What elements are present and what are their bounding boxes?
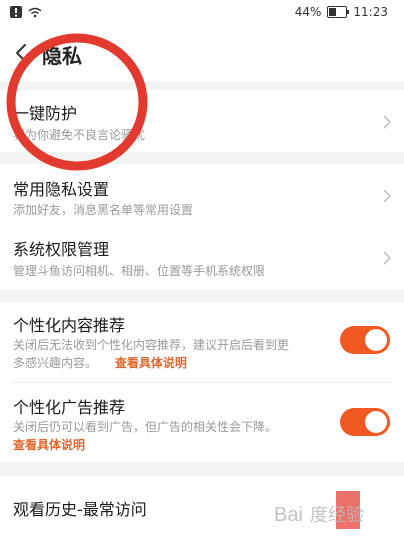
- watch-history-title: 观看历史-最常访问: [13, 500, 147, 519]
- system-permissions-subtitle: 管理斗鱼访问相机、相册、位置等手机系统权限: [13, 264, 266, 278]
- chevron-right-icon: [383, 251, 392, 265]
- status-bar: 44% 11:23: [0, 0, 404, 26]
- one-key-protection-subtitle: 将为你避免不良言论骚扰: [13, 128, 146, 142]
- personalized-ads-title: 个性化广告推荐: [13, 398, 126, 417]
- chevron-left-icon[interactable]: [12, 42, 32, 64]
- personalized-content-desc-line2: 多感兴趣内容。: [13, 356, 98, 370]
- personalized-ads-subtitle: 关闭后仍可以看到广告，但广告的相关性会下降。 查看具体说明: [13, 418, 333, 454]
- system-permissions-title: 系统权限管理: [13, 240, 110, 259]
- one-key-protection-title: 一键防护: [13, 104, 78, 123]
- alert-icon: [10, 6, 22, 18]
- personalized-ads-toggle[interactable]: [340, 408, 390, 436]
- common-privacy-subtitle: 添加好友，消息黑名单等常用设置: [13, 203, 194, 217]
- status-icons-left: [10, 6, 42, 18]
- row-personalized-content: 个性化内容推荐 关闭后无法收到个性化内容推荐，建议开启后看到更 多感兴趣内容。 …: [0, 302, 404, 380]
- personalized-ads-desc-line1: 关闭后仍可以看到广告，但广告的相关性会下降。: [13, 420, 278, 434]
- card-one-key-protection: 一键防护 将为你避免不良言论骚扰: [0, 90, 404, 152]
- personalized-ads-details-link[interactable]: 查看具体说明: [13, 438, 85, 452]
- row-system-permissions[interactable]: 系统权限管理 管理斗鱼访问相机、相册、位置等手机系统权限: [0, 226, 404, 290]
- chevron-right-icon: [383, 189, 392, 203]
- personalized-content-toggle[interactable]: [340, 326, 390, 354]
- wifi-icon: [28, 7, 42, 17]
- personalized-content-desc-line1: 关闭后无法收到个性化内容推荐，建议开启后看到更: [13, 338, 290, 352]
- page-title: 隐私: [42, 44, 82, 68]
- row-one-key-protection[interactable]: 一键防护 将为你避免不良言论骚扰: [0, 90, 404, 152]
- personalized-content-subtitle: 关闭后无法收到个性化内容推荐，建议开启后看到更 多感兴趣内容。 查看具体说明: [13, 336, 333, 372]
- card-personalization: 个性化内容推荐 关闭后无法收到个性化内容推荐，建议开启后看到更 多感兴趣内容。 …: [0, 302, 404, 462]
- row-personalized-ads: 个性化广告推荐 关闭后仍可以看到广告，但广告的相关性会下降。 查看具体说明: [0, 384, 404, 462]
- clock: 11:23: [353, 5, 388, 19]
- personalized-content-details-link[interactable]: 查看具体说明: [115, 356, 187, 370]
- battery-percent: 44%: [294, 5, 322, 19]
- card-privacy-settings: 常用隐私设置 添加好友，消息黑名单等常用设置 系统权限管理 管理斗鱼访问相机、相…: [0, 164, 404, 290]
- battery-icon: [327, 6, 350, 18]
- chevron-right-icon: [383, 115, 392, 129]
- row-common-privacy[interactable]: 常用隐私设置 添加好友，消息黑名单等常用设置: [0, 164, 404, 226]
- nav-bar: 隐私: [0, 26, 404, 82]
- toggle-knob: [365, 329, 387, 351]
- divider: [13, 382, 391, 383]
- common-privacy-title: 常用隐私设置: [13, 180, 110, 199]
- toggle-knob: [365, 411, 387, 433]
- status-icons-right: 44% 11:23: [295, 5, 388, 19]
- card-watch-history: 观看历史-最常访问: [0, 476, 404, 541]
- personalized-content-title: 个性化内容推荐: [13, 316, 126, 335]
- row-watch-history[interactable]: 观看历史-最常访问: [0, 476, 404, 541]
